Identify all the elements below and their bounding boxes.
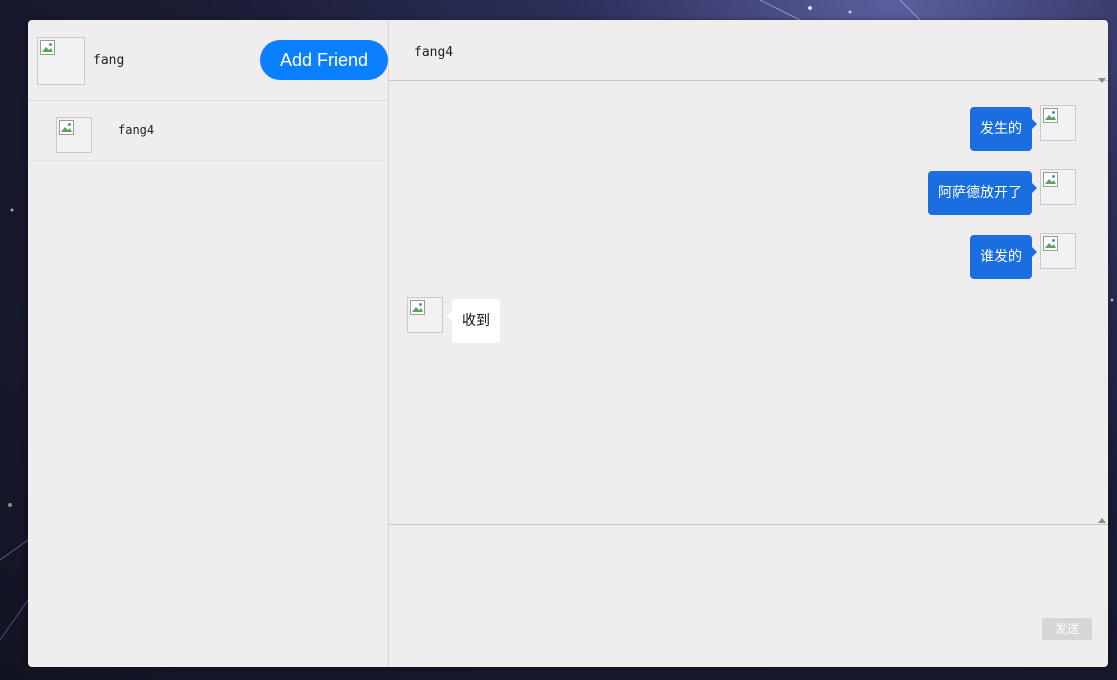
chat-title: fang4 — [414, 45, 454, 60]
contact-item-fang4[interactable]: fang4 — [28, 101, 388, 161]
broken-image-icon — [1043, 108, 1058, 123]
message-composer[interactable]: 发送 — [389, 524, 1108, 667]
my-username: fang — [93, 53, 125, 68]
chat-panel: fang4 发生的 阿萨德放开了 谁发的 收到 发送 — [389, 20, 1108, 667]
user-header: fang Add Friend — [28, 20, 388, 101]
message-avatar-self — [1040, 233, 1076, 269]
send-button[interactable]: 发送 — [1042, 618, 1092, 640]
broken-image-icon — [1043, 236, 1058, 251]
broken-image-icon — [40, 40, 55, 55]
message-bubble-outgoing: 发生的 — [970, 107, 1037, 151]
chat-app-window: fang Add Friend fang4 fang4 发生的 阿萨德放开了 谁… — [28, 20, 1108, 667]
message-avatar-self — [1040, 105, 1076, 141]
sidebar: fang Add Friend fang4 — [28, 20, 389, 667]
message-avatar-contact — [407, 297, 443, 333]
chat-header: fang4 — [389, 20, 1108, 81]
message-bubble-outgoing: 阿萨德放开了 — [928, 171, 1037, 215]
message-avatar-self — [1040, 169, 1076, 205]
add-friend-button[interactable]: Add Friend — [260, 40, 388, 80]
scroll-up-arrow-icon[interactable] — [1098, 518, 1106, 523]
contact-name: fang4 — [118, 123, 155, 137]
contact-avatar — [56, 117, 92, 153]
my-avatar[interactable] — [37, 37, 85, 85]
message-bubble-outgoing: 谁发的 — [970, 235, 1037, 279]
broken-image-icon — [410, 300, 425, 315]
broken-image-icon — [1043, 172, 1058, 187]
broken-image-icon — [59, 120, 74, 135]
message-bubble-incoming: 收到 — [447, 299, 500, 343]
message-list[interactable]: 发生的 阿萨德放开了 谁发的 收到 — [389, 81, 1108, 524]
